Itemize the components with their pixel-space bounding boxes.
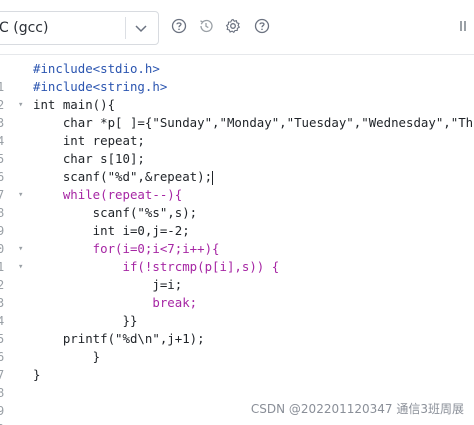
code-text: if(!strcmp(p[i],s)) { — [33, 259, 280, 274]
code-line: 3 j=i; — [0, 276, 474, 310]
code-text: break; — [33, 295, 198, 310]
more-icon[interactable] — [458, 18, 474, 34]
code-text: int i=0,j=-2; — [33, 223, 190, 238]
code-line: 9 scanf("%s",s); — [0, 204, 474, 238]
language-select[interactable]: C (gcc) — [0, 11, 159, 45]
code-text: printf("%d\n",j+1); — [33, 331, 205, 346]
code-text: char s[10]; — [33, 151, 145, 166]
code-text: j=i; — [33, 277, 183, 292]
editor-toolbar: C (gcc) — [0, 0, 474, 55]
fold-arrow-icon[interactable]: ▾ — [18, 258, 23, 276]
code-text: scanf("%d",&repeat); — [33, 169, 213, 184]
watermark-text: CSDN @202201120347 通信3班周展 — [250, 402, 464, 416]
chevron-down-icon — [133, 19, 149, 37]
text-cursor — [212, 170, 214, 185]
code-line: 4 break; — [0, 294, 474, 328]
code-text: } — [33, 367, 41, 382]
code-text: int repeat; — [33, 133, 145, 148]
code-text: #include<string.h> — [33, 79, 168, 94]
code-line: 6 printf("%d\n",j+1); — [0, 330, 474, 364]
help-circle-icon[interactable] — [171, 18, 187, 34]
code-line: 6 char s[10]; — [0, 150, 474, 184]
help-circle-icon[interactable] — [254, 18, 270, 34]
fold-arrow-icon[interactable]: ▾ — [18, 240, 23, 258]
code-text: for(i=0;i<7;i++){ — [33, 241, 220, 256]
language-select-value: C (gcc) — [0, 20, 49, 36]
code-line: 1 #include<stdio.h> — [0, 60, 474, 94]
fold-arrow-icon[interactable]: ▾ — [18, 186, 23, 204]
code-text: } — [33, 349, 101, 364]
code-text: char *p[ ]={"Sunday","Monday","Tuesday",… — [33, 115, 474, 130]
code-text: while(repeat--){ — [33, 187, 183, 202]
code-line: 7 scanf("%d",&repeat); — [0, 168, 474, 202]
fold-arrow-icon[interactable]: ▾ — [18, 96, 23, 114]
code-line: 8 ▾ while(repeat--){ — [0, 186, 474, 220]
select-divider — [125, 17, 126, 39]
code-text: int main(){ — [33, 97, 116, 112]
code-text: }} — [33, 313, 138, 328]
code-line: 3 ▾ int main(){ — [0, 96, 474, 130]
history-icon[interactable] — [198, 18, 214, 34]
code-line: 2 ▾ if(!strcmp(p[i],s)) { — [0, 258, 474, 292]
code-text: scanf("%s",s); — [33, 205, 198, 220]
code-line: 7 } — [0, 348, 474, 382]
line-number: 0 — [0, 420, 7, 425]
code-line: 5 int repeat; — [0, 132, 474, 166]
code-line: 4 char *p[ ]={"Sunday","Monday","Tuesday… — [0, 114, 474, 148]
settings-gear-icon[interactable] — [225, 18, 241, 34]
code-line: 2 #include<string.h> — [0, 78, 474, 112]
code-line: 0 int i=0,j=-2; — [0, 222, 474, 256]
code-line: 1 ▾ for(i=0;i<7;i++){ — [0, 240, 474, 274]
code-editor[interactable]: 1 #include<stdio.h> 2 #include<string.h>… — [0, 56, 474, 425]
code-text: #include<stdio.h> — [33, 61, 160, 76]
code-line: 8 } — [0, 366, 474, 400]
code-line: 5 }} — [0, 312, 474, 346]
